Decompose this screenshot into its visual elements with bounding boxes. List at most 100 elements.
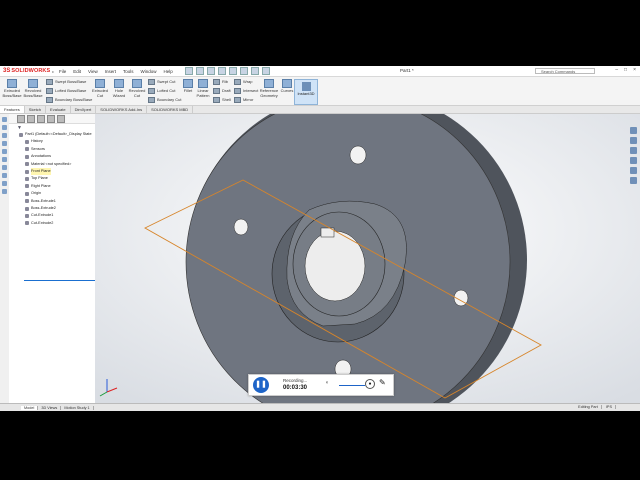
- menu-tools[interactable]: Tools: [123, 69, 134, 74]
- menu-insert[interactable]: Insert: [105, 69, 116, 74]
- pause-button[interactable]: ❚❚: [253, 377, 269, 393]
- file-explorer-icon[interactable]: [630, 147, 637, 154]
- design-library-icon[interactable]: [630, 137, 637, 144]
- draft-button[interactable]: Draft: [213, 88, 231, 94]
- wrap-button[interactable]: Wrap: [234, 79, 252, 85]
- tab-features[interactable]: Features: [0, 106, 25, 113]
- print-icon[interactable]: [217, 67, 226, 75]
- volume-icon[interactable]: ◖: [325, 380, 329, 386]
- save-icon[interactable]: [206, 67, 215, 75]
- sketch-icon[interactable]: [2, 133, 7, 138]
- mate-icon[interactable]: [2, 189, 7, 194]
- solidworks-logo[interactable]: 3S SOLIDWORKS ▸: [3, 68, 54, 74]
- graphics-viewport[interactable]: [95, 90, 640, 411]
- revolved-boss-button[interactable]: Revolved Boss/Base: [22, 79, 44, 98]
- boundary-boss-button[interactable]: Boundary Boss/Base: [46, 97, 92, 103]
- tool-icon[interactable]: [2, 125, 7, 130]
- tree-root[interactable]: Part1 (Default<<Default>_Display State: [19, 131, 95, 138]
- options-icon[interactable]: [261, 67, 270, 75]
- menu-window[interactable]: Window: [141, 69, 157, 74]
- tab-addins[interactable]: SOLIDWORKS Add-Ins: [96, 106, 148, 113]
- tree-item-sensors[interactable]: Sensors: [19, 146, 95, 153]
- tab-sketch[interactable]: Sketch: [25, 106, 47, 113]
- mirror-button[interactable]: Mirror: [234, 97, 253, 103]
- tab-mbd[interactable]: SOLIDWORKS MBD: [147, 106, 194, 113]
- tree-item-annotations[interactable]: Annotations: [19, 153, 95, 160]
- rollback-bar[interactable]: [24, 280, 101, 281]
- appearances-icon[interactable]: [630, 167, 637, 174]
- minimize-icon[interactable]: –: [615, 67, 618, 73]
- dimxpert-icon[interactable]: [47, 114, 55, 123]
- reference-geometry-button[interactable]: Reference Geometry: [258, 79, 280, 98]
- webcam-icon[interactable]: ●: [365, 379, 375, 389]
- tree-item-cut-extrude2[interactable]: Cut-Extrude2: [19, 220, 95, 227]
- tab-dimxpert[interactable]: DimXpert: [71, 106, 97, 113]
- status-tab-motion-study[interactable]: Motion Study 1: [61, 406, 94, 410]
- pen-icon[interactable]: ✎: [379, 378, 386, 387]
- feature-icon[interactable]: [2, 141, 7, 146]
- tree-item-right-plane[interactable]: Right Plane: [19, 183, 95, 190]
- editing-status: Editing Part: [575, 405, 602, 409]
- close-icon[interactable]: ×: [633, 67, 636, 73]
- menu-view[interactable]: View: [88, 69, 98, 74]
- property-manager-icon[interactable]: [27, 114, 35, 123]
- view-icon[interactable]: [2, 117, 7, 122]
- cut-icon: [25, 221, 29, 226]
- swept-cut-button[interactable]: Swept Cut: [148, 79, 175, 85]
- extruded-boss-button[interactable]: Extruded Boss/Base: [2, 79, 22, 98]
- view-palette-icon[interactable]: [630, 157, 637, 164]
- logo-arrow-icon[interactable]: ▸: [52, 69, 54, 74]
- hole-wizard-button[interactable]: Hole Wizard: [110, 79, 128, 98]
- shell-button[interactable]: Shell: [213, 97, 231, 103]
- tree-item-front-plane[interactable]: Front Plane: [19, 167, 95, 176]
- select-icon[interactable]: [239, 67, 248, 75]
- rib-button[interactable]: Rib: [213, 79, 228, 85]
- maximize-icon[interactable]: □: [624, 67, 627, 73]
- lofted-cut-button[interactable]: Lofted Cut: [148, 88, 175, 94]
- menu-file[interactable]: File: [59, 69, 66, 74]
- tree-item-top-plane[interactable]: Top Plane: [19, 175, 95, 182]
- volume-slider[interactable]: [339, 385, 365, 386]
- axis-icon[interactable]: [2, 173, 7, 178]
- status-tab-model[interactable]: Model: [21, 406, 39, 410]
- menu-edit[interactable]: Edit: [73, 69, 81, 74]
- search-commands-input[interactable]: Search Commands: [535, 67, 595, 74]
- relation-icon[interactable]: [2, 157, 7, 162]
- boundary-cut-button[interactable]: Boundary Cut: [148, 97, 181, 103]
- status-tab-3d-views[interactable]: 3D Views: [38, 406, 62, 410]
- dimension-icon[interactable]: [2, 149, 7, 154]
- revolved-cut-button[interactable]: Revolved Cut: [128, 79, 146, 98]
- instant3d-button[interactable]: Instant3D: [294, 79, 318, 105]
- intersect-button[interactable]: Intersect: [234, 88, 258, 94]
- custom-properties-icon[interactable]: [630, 177, 637, 184]
- tree-item-boss-extrude1[interactable]: Boss-Extrude1: [19, 198, 95, 205]
- resources-icon[interactable]: [630, 127, 637, 134]
- tree-item-origin[interactable]: Origin: [19, 190, 95, 197]
- swept-boss-button[interactable]: Swept Boss/Base: [46, 79, 86, 85]
- menu-help[interactable]: Help: [164, 69, 173, 74]
- extrude-icon: [25, 206, 29, 211]
- rebuild-icon[interactable]: [250, 67, 259, 75]
- open-icon[interactable]: [195, 67, 204, 75]
- lofted-boss-button[interactable]: Lofted Boss/Base: [46, 88, 86, 94]
- feature-tree-icon[interactable]: [17, 114, 25, 123]
- point-icon[interactable]: [2, 181, 7, 186]
- tree-item-boss-extrude2[interactable]: Boss-Extrude2: [19, 205, 95, 212]
- curves-button[interactable]: Curves: [280, 79, 294, 94]
- undo-icon[interactable]: [228, 67, 237, 75]
- display-manager-icon[interactable]: [57, 114, 65, 123]
- tree-item-cut-extrude1[interactable]: Cut-Extrude1: [19, 212, 95, 219]
- fillet-button[interactable]: Fillet: [182, 79, 194, 94]
- units-status[interactable]: IPS: [602, 405, 616, 409]
- extruded-cut-button[interactable]: Extruded Cut: [90, 79, 110, 98]
- cut-icon: [25, 213, 29, 218]
- tab-evaluate[interactable]: Evaluate: [46, 106, 71, 113]
- configuration-icon[interactable]: [37, 114, 45, 123]
- plane-icon[interactable]: [2, 165, 7, 170]
- intersect-icon: [234, 88, 241, 94]
- linear-pattern-button[interactable]: Linear Pattern: [195, 79, 211, 98]
- screen-recorder-bar: ❚❚ Recording... 00:03:30 ◖ ● ✎: [248, 374, 394, 396]
- tree-item-history[interactable]: History: [19, 138, 95, 145]
- tree-item-material[interactable]: Material <not specified>: [19, 161, 95, 168]
- new-icon[interactable]: [184, 67, 193, 75]
